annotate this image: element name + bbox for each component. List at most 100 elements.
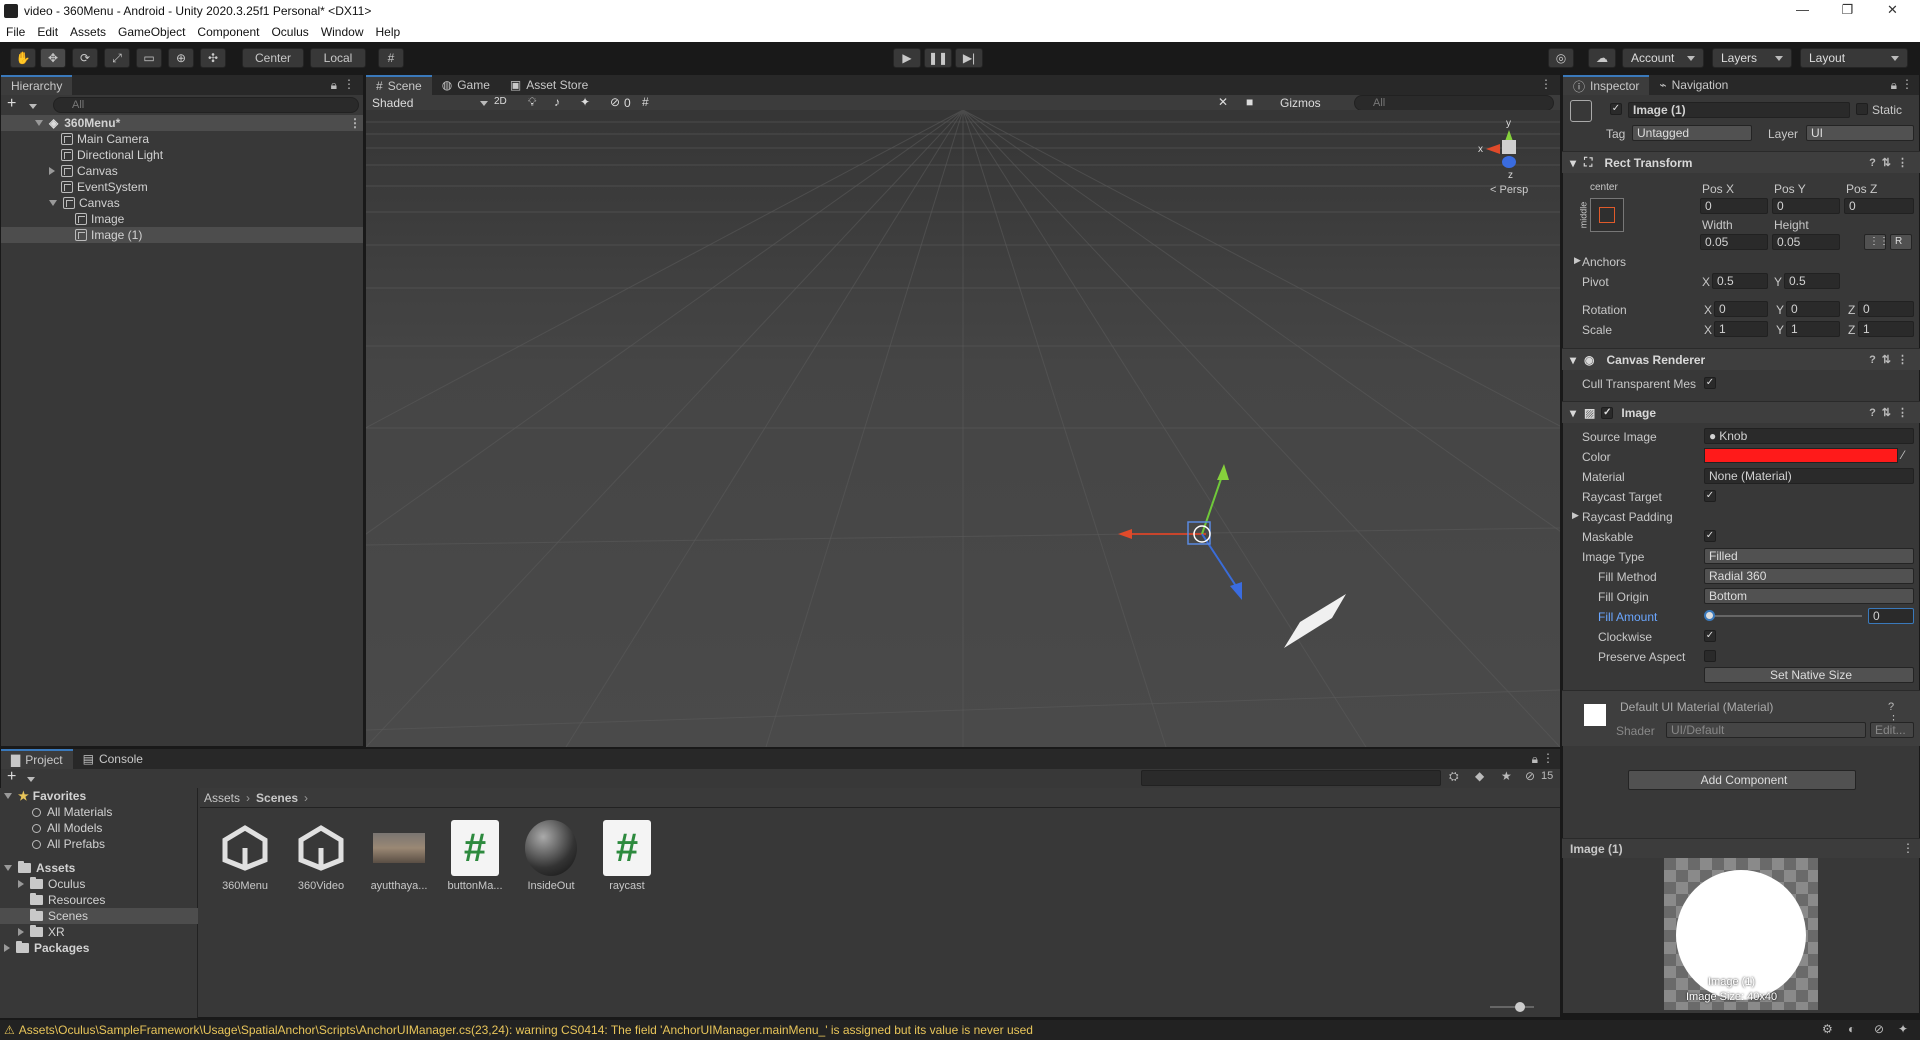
shading-mode-dropdown[interactable]: Shaded (368, 95, 488, 111)
menu-gameobject[interactable]: GameObject (112, 25, 191, 39)
asset-item[interactable]: # raycast (592, 820, 662, 892)
eyedropper-icon[interactable]: ⁄ (1902, 448, 1904, 462)
set-native-size-button[interactable]: Set Native Size (1704, 667, 1914, 683)
foldout-arrow-icon[interactable]: ▾ (1570, 353, 1576, 367)
close-button[interactable]: ✕ (1870, 0, 1915, 22)
foldout-arrow-icon[interactable]: ▶ (1574, 255, 1581, 266)
preserve-aspect-checkbox[interactable] (1704, 650, 1716, 662)
effects-toggle-icon[interactable]: ✦ (580, 95, 590, 109)
mode-2d-toggle[interactable]: 2D (494, 96, 507, 107)
hierarchy-search-input[interactable]: All (53, 97, 359, 113)
raycast-padding-label[interactable]: Raycast Padding (1582, 510, 1673, 524)
width-field[interactable]: 0.05 (1700, 234, 1768, 250)
pivot-center-button[interactable]: Center (242, 48, 304, 68)
gizmo-x-cone[interactable] (1486, 144, 1500, 154)
expand-arrow-icon[interactable] (4, 865, 12, 871)
play-button-icon[interactable]: ▶ (893, 48, 921, 68)
project-search-input[interactable] (1141, 770, 1441, 786)
account-dropdown[interactable]: Account (1622, 48, 1704, 68)
clockwise-checkbox[interactable]: ✓ (1704, 630, 1716, 642)
expand-arrow-icon[interactable] (18, 880, 24, 888)
rect-tool-icon[interactable]: ▭ (136, 48, 162, 68)
fill-origin-dropdown[interactable]: Bottom (1704, 588, 1914, 604)
scale-y-field[interactable]: 1 (1786, 321, 1840, 337)
orientation-gizmo[interactable]: y x z < Persp (1470, 118, 1550, 208)
folder-row[interactable]: XR (18, 924, 65, 940)
rect-transform-header[interactable]: ▾ ⛶ Rect Transform ?⇅⋮ (1562, 151, 1920, 173)
fill-amount-field[interactable]: 0 (1868, 608, 1914, 624)
raycast-target-checkbox[interactable]: ✓ (1704, 490, 1716, 502)
chevron-down-icon[interactable] (29, 104, 37, 109)
hierarchy-item[interactable]: EventSystem (1, 179, 363, 195)
expand-arrow-icon[interactable] (18, 928, 24, 936)
hierarchy-item[interactable]: Canvas (1, 163, 363, 179)
perspective-label[interactable]: < Persp (1490, 184, 1528, 196)
favorites-row[interactable]: ★ Favorites (4, 788, 86, 804)
transform-tool-icon[interactable]: ⊕ (168, 48, 194, 68)
hierarchy-item-selected[interactable]: Image (1) (1, 227, 363, 243)
progress-icon[interactable]: ◐ (1848, 1022, 1855, 1036)
active-checkbox[interactable]: ✓ (1610, 103, 1622, 115)
more-menu-icon[interactable]: ⋮ (349, 116, 361, 130)
gizmo-z-cone[interactable] (1502, 156, 1516, 168)
folder-row-selected[interactable]: Scenes (0, 908, 198, 924)
tab-scene[interactable]: # Scene (366, 75, 432, 95)
favorite-item[interactable]: All Materials (32, 804, 112, 820)
rotate-tool-icon[interactable]: ⟳ (72, 48, 98, 68)
source-image-field[interactable]: ● Knob (1704, 428, 1914, 444)
add-object-button[interactable]: + (7, 95, 16, 113)
posz-field[interactable]: 0 (1844, 198, 1914, 214)
move-tool-icon[interactable]: ✥ (40, 48, 66, 68)
scene-viewport[interactable]: y x z < Persp (366, 110, 1560, 747)
lighting-toggle-icon[interactable]: 💡︎ (528, 95, 536, 110)
hidden-objects-icon[interactable]: ⊘ (610, 95, 620, 109)
custom-tool-icon[interactable]: ✣ (200, 48, 226, 68)
lock-icon[interactable]: 🔒︎ (1532, 752, 1538, 767)
minimize-button[interactable]: — (1780, 0, 1825, 22)
posx-field[interactable]: 0 (1700, 198, 1768, 214)
layout-dropdown[interactable]: Layout (1800, 48, 1908, 68)
favorite-star-icon[interactable]: ★ (1501, 769, 1512, 783)
tab-project[interactable]: ▇ Project (1, 749, 73, 769)
foldout-arrow-icon[interactable]: ▾ (1570, 156, 1576, 170)
pause-button-icon[interactable]: ❚❚ (924, 48, 952, 68)
assets-root-row[interactable]: Assets (4, 860, 75, 876)
asset-item[interactable]: # buttonMa... (440, 820, 510, 892)
more-menu-icon[interactable]: ⋮ (343, 77, 355, 91)
filter-label-icon[interactable]: ◆ (1475, 769, 1484, 783)
fill-amount-slider[interactable] (1710, 615, 1862, 617)
pivot-y-field[interactable]: 0.5 (1784, 273, 1840, 289)
lock-icon[interactable]: 🔒︎ (1891, 78, 1897, 93)
expand-arrow-icon[interactable] (35, 120, 43, 126)
component-header-icons[interactable]: ?⇅⋮ (1869, 353, 1914, 366)
object-name-field[interactable]: Image (1) (1628, 102, 1850, 118)
layer-dropdown[interactable]: UI (1806, 125, 1914, 141)
menu-assets[interactable]: Assets (64, 25, 112, 39)
pivot-local-button[interactable]: Local (310, 48, 366, 68)
gizmo-center-cube[interactable] (1502, 140, 1516, 154)
foldout-arrow-icon[interactable]: ▾ (1570, 406, 1576, 420)
menu-component[interactable]: Component (191, 25, 265, 39)
folder-row[interactable]: Oculus (18, 876, 85, 892)
expand-arrow-icon[interactable] (49, 200, 57, 206)
scale-tool-icon[interactable]: ⤢ (104, 48, 130, 68)
cloud-icon[interactable]: ☁ (1588, 48, 1616, 68)
menu-window[interactable]: Window (315, 25, 370, 39)
folder-row[interactable]: Resources (30, 892, 105, 908)
maskable-checkbox[interactable]: ✓ (1704, 530, 1716, 542)
image-component-header[interactable]: ▾ ▨ ✓ Image ?⇅⋮ (1562, 401, 1920, 423)
hierarchy-item[interactable]: Main Camera (1, 131, 363, 147)
scale-x-field[interactable]: 1 (1714, 321, 1768, 337)
status-bar[interactable]: ⚠ Assets\Oculus\SampleFramework\Usage\Sp… (0, 1020, 1920, 1040)
chevron-down-icon[interactable] (27, 777, 35, 782)
shader-edit-button[interactable]: Edit... (1870, 722, 1914, 738)
cull-transparent-checkbox[interactable]: ✓ (1704, 377, 1716, 389)
menu-oculus[interactable]: Oculus (265, 25, 314, 39)
more-menu-icon[interactable]: ⋮ (1542, 751, 1554, 765)
rotation-x-field[interactable]: 0 (1714, 301, 1768, 317)
anchors-label[interactable]: Anchors (1582, 255, 1626, 269)
thumbnail-size-thumb[interactable] (1515, 1002, 1525, 1012)
tab-console[interactable]: ▤ Console (73, 749, 153, 769)
tag-dropdown[interactable]: Untagged (1632, 125, 1752, 141)
posy-field[interactable]: 0 (1772, 198, 1840, 214)
